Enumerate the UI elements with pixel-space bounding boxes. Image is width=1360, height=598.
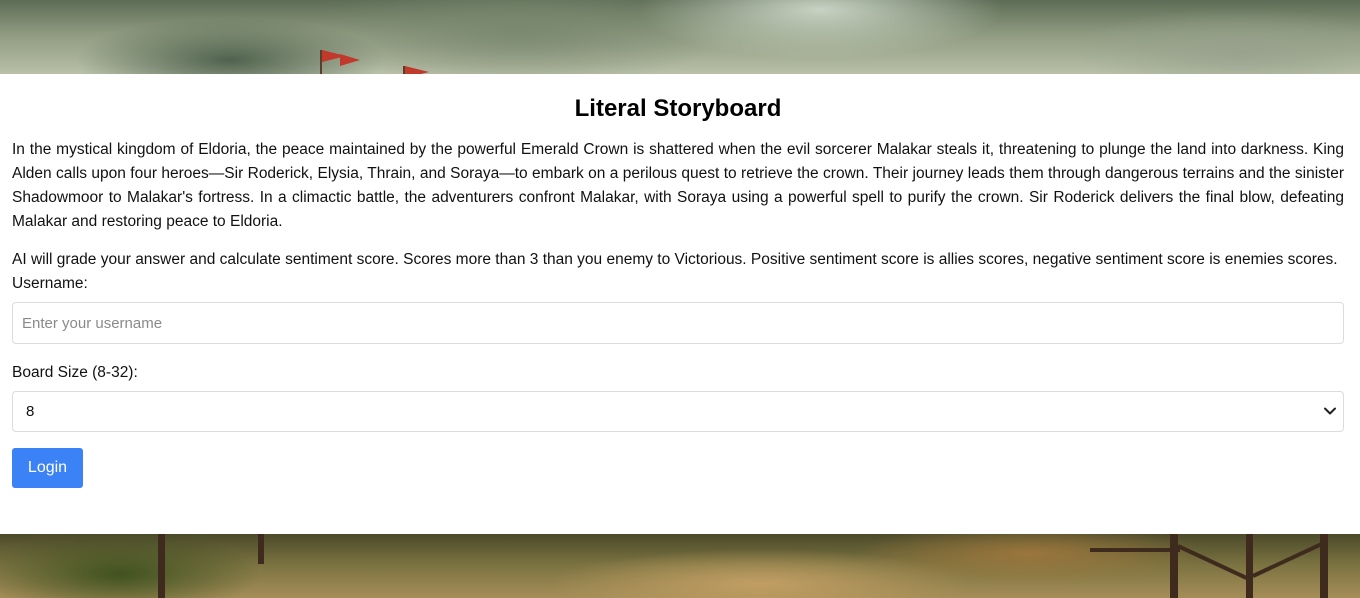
wooden-post [1170,534,1178,598]
board-size-select[interactable]: 8 [12,391,1344,432]
background-illustration-bottom [0,534,1360,598]
wooden-beam [1177,544,1252,582]
board-size-selected-value: 8 [26,403,35,420]
wooden-post [158,534,165,598]
username-input[interactable] [12,302,1344,344]
wooden-beam [1252,540,1327,578]
red-banner-flag [405,66,429,74]
wooden-post [1246,534,1253,598]
page-title: Literal Storyboard [574,95,782,122]
red-banner-flag [340,54,360,66]
board-size-label: Board Size (8-32): [12,364,138,381]
rules-text: AI will grade your answer and calculate … [12,251,1338,268]
username-label: Username: [12,275,88,292]
chevron-down-icon [1324,407,1336,415]
wooden-post [258,534,264,564]
story-text: In the mystical kingdom of Eldoria, the … [12,141,1344,230]
wooden-beam [1090,548,1180,552]
login-button[interactable]: Login [12,448,83,488]
background-illustration-top [0,0,1360,74]
login-panel: Literal Storyboard In the mystical kingd… [0,74,1360,534]
